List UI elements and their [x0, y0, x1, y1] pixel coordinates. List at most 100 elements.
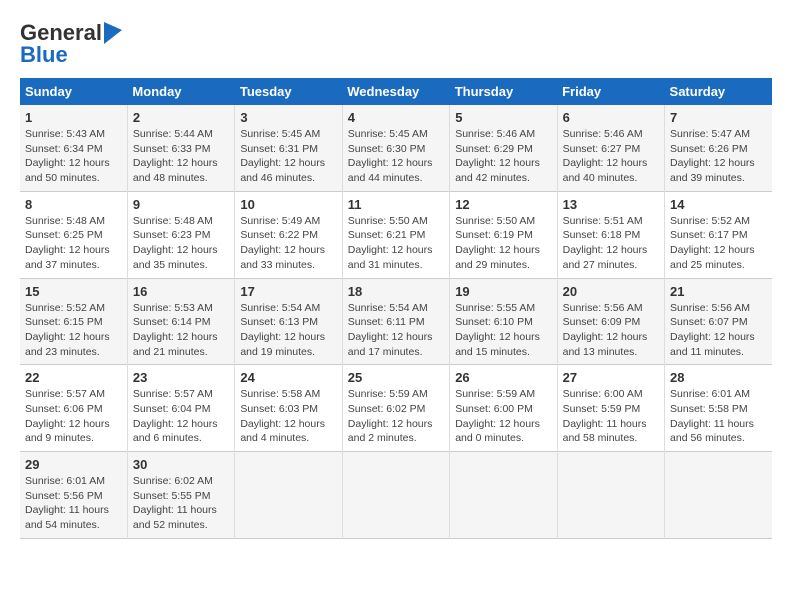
day-number: 29 [25, 457, 122, 472]
day-detail: Sunrise: 5:45 AM Sunset: 6:30 PM Dayligh… [348, 127, 444, 186]
day-detail: Sunrise: 5:52 AM Sunset: 6:15 PM Dayligh… [25, 301, 122, 360]
day-detail: Sunrise: 6:01 AM Sunset: 5:56 PM Dayligh… [25, 474, 122, 533]
day-detail: Sunrise: 5:57 AM Sunset: 6:06 PM Dayligh… [25, 387, 122, 446]
calendar-cell [235, 452, 342, 539]
day-detail: Sunrise: 6:02 AM Sunset: 5:55 PM Dayligh… [133, 474, 229, 533]
day-detail: Sunrise: 5:54 AM Sunset: 6:13 PM Dayligh… [240, 301, 336, 360]
day-number: 2 [133, 110, 229, 125]
calendar-cell: 27 Sunrise: 6:00 AM Sunset: 5:59 PM Dayl… [557, 365, 664, 452]
day-number: 16 [133, 284, 229, 299]
calendar-cell [557, 452, 664, 539]
day-number: 23 [133, 370, 229, 385]
calendar-cell: 29 Sunrise: 6:01 AM Sunset: 5:56 PM Dayl… [20, 452, 127, 539]
calendar-cell: 26 Sunrise: 5:59 AM Sunset: 6:00 PM Dayl… [450, 365, 557, 452]
calendar-week-row: 1 Sunrise: 5:43 AM Sunset: 6:34 PM Dayli… [20, 105, 772, 191]
weekday-header-saturday: Saturday [665, 78, 772, 105]
calendar-cell: 30 Sunrise: 6:02 AM Sunset: 5:55 PM Dayl… [127, 452, 234, 539]
day-number: 8 [25, 197, 122, 212]
day-number: 28 [670, 370, 767, 385]
calendar-cell: 13 Sunrise: 5:51 AM Sunset: 6:18 PM Dayl… [557, 191, 664, 278]
logo: General Blue [20, 20, 124, 68]
logo-icon [104, 22, 122, 44]
calendar-cell: 22 Sunrise: 5:57 AM Sunset: 6:06 PM Dayl… [20, 365, 127, 452]
day-detail: Sunrise: 5:52 AM Sunset: 6:17 PM Dayligh… [670, 214, 767, 273]
day-number: 13 [563, 197, 659, 212]
day-detail: Sunrise: 5:45 AM Sunset: 6:31 PM Dayligh… [240, 127, 336, 186]
calendar-cell: 15 Sunrise: 5:52 AM Sunset: 6:15 PM Dayl… [20, 278, 127, 365]
calendar-cell: 12 Sunrise: 5:50 AM Sunset: 6:19 PM Dayl… [450, 191, 557, 278]
day-number: 19 [455, 284, 551, 299]
day-number: 25 [348, 370, 444, 385]
calendar-cell: 21 Sunrise: 5:56 AM Sunset: 6:07 PM Dayl… [665, 278, 772, 365]
day-detail: Sunrise: 5:58 AM Sunset: 6:03 PM Dayligh… [240, 387, 336, 446]
day-detail: Sunrise: 5:47 AM Sunset: 6:26 PM Dayligh… [670, 127, 767, 186]
calendar-cell [342, 452, 449, 539]
calendar-week-row: 22 Sunrise: 5:57 AM Sunset: 6:06 PM Dayl… [20, 365, 772, 452]
day-number: 26 [455, 370, 551, 385]
calendar-cell: 7 Sunrise: 5:47 AM Sunset: 6:26 PM Dayli… [665, 105, 772, 191]
day-number: 1 [25, 110, 122, 125]
day-detail: Sunrise: 5:48 AM Sunset: 6:25 PM Dayligh… [25, 214, 122, 273]
day-number: 6 [563, 110, 659, 125]
day-detail: Sunrise: 5:49 AM Sunset: 6:22 PM Dayligh… [240, 214, 336, 273]
calendar-week-row: 8 Sunrise: 5:48 AM Sunset: 6:25 PM Dayli… [20, 191, 772, 278]
calendar-week-row: 29 Sunrise: 6:01 AM Sunset: 5:56 PM Dayl… [20, 452, 772, 539]
day-number: 7 [670, 110, 767, 125]
day-detail: Sunrise: 5:46 AM Sunset: 6:29 PM Dayligh… [455, 127, 551, 186]
day-detail: Sunrise: 5:56 AM Sunset: 6:09 PM Dayligh… [563, 301, 659, 360]
header: General Blue [20, 20, 772, 68]
calendar-cell: 19 Sunrise: 5:55 AM Sunset: 6:10 PM Dayl… [450, 278, 557, 365]
day-detail: Sunrise: 5:57 AM Sunset: 6:04 PM Dayligh… [133, 387, 229, 446]
day-detail: Sunrise: 5:48 AM Sunset: 6:23 PM Dayligh… [133, 214, 229, 273]
day-number: 10 [240, 197, 336, 212]
calendar-cell: 6 Sunrise: 5:46 AM Sunset: 6:27 PM Dayli… [557, 105, 664, 191]
calendar-cell: 20 Sunrise: 5:56 AM Sunset: 6:09 PM Dayl… [557, 278, 664, 365]
day-number: 30 [133, 457, 229, 472]
day-detail: Sunrise: 5:50 AM Sunset: 6:19 PM Dayligh… [455, 214, 551, 273]
day-number: 24 [240, 370, 336, 385]
calendar-table: SundayMondayTuesdayWednesdayThursdayFrid… [20, 78, 772, 539]
calendar-cell: 23 Sunrise: 5:57 AM Sunset: 6:04 PM Dayl… [127, 365, 234, 452]
calendar-cell: 10 Sunrise: 5:49 AM Sunset: 6:22 PM Dayl… [235, 191, 342, 278]
calendar-cell: 3 Sunrise: 5:45 AM Sunset: 6:31 PM Dayli… [235, 105, 342, 191]
calendar-cell: 2 Sunrise: 5:44 AM Sunset: 6:33 PM Dayli… [127, 105, 234, 191]
day-number: 4 [348, 110, 444, 125]
weekday-header-tuesday: Tuesday [235, 78, 342, 105]
day-number: 9 [133, 197, 229, 212]
calendar-cell: 24 Sunrise: 5:58 AM Sunset: 6:03 PM Dayl… [235, 365, 342, 452]
calendar-cell: 17 Sunrise: 5:54 AM Sunset: 6:13 PM Dayl… [235, 278, 342, 365]
day-number: 21 [670, 284, 767, 299]
day-detail: Sunrise: 5:59 AM Sunset: 6:00 PM Dayligh… [455, 387, 551, 446]
weekday-header-friday: Friday [557, 78, 664, 105]
calendar-cell [450, 452, 557, 539]
calendar-cell: 18 Sunrise: 5:54 AM Sunset: 6:11 PM Dayl… [342, 278, 449, 365]
calendar-cell: 5 Sunrise: 5:46 AM Sunset: 6:29 PM Dayli… [450, 105, 557, 191]
calendar-cell: 8 Sunrise: 5:48 AM Sunset: 6:25 PM Dayli… [20, 191, 127, 278]
calendar-cell: 16 Sunrise: 5:53 AM Sunset: 6:14 PM Dayl… [127, 278, 234, 365]
day-detail: Sunrise: 6:00 AM Sunset: 5:59 PM Dayligh… [563, 387, 659, 446]
weekday-header-wednesday: Wednesday [342, 78, 449, 105]
weekday-header-thursday: Thursday [450, 78, 557, 105]
day-number: 18 [348, 284, 444, 299]
day-detail: Sunrise: 5:54 AM Sunset: 6:11 PM Dayligh… [348, 301, 444, 360]
day-detail: Sunrise: 5:43 AM Sunset: 6:34 PM Dayligh… [25, 127, 122, 186]
day-number: 14 [670, 197, 767, 212]
day-number: 11 [348, 197, 444, 212]
day-detail: Sunrise: 5:53 AM Sunset: 6:14 PM Dayligh… [133, 301, 229, 360]
day-detail: Sunrise: 5:44 AM Sunset: 6:33 PM Dayligh… [133, 127, 229, 186]
day-number: 15 [25, 284, 122, 299]
day-number: 27 [563, 370, 659, 385]
calendar-cell: 1 Sunrise: 5:43 AM Sunset: 6:34 PM Dayli… [20, 105, 127, 191]
day-detail: Sunrise: 5:56 AM Sunset: 6:07 PM Dayligh… [670, 301, 767, 360]
day-number: 20 [563, 284, 659, 299]
weekday-header-monday: Monday [127, 78, 234, 105]
calendar-cell [665, 452, 772, 539]
day-number: 17 [240, 284, 336, 299]
day-detail: Sunrise: 5:55 AM Sunset: 6:10 PM Dayligh… [455, 301, 551, 360]
day-number: 3 [240, 110, 336, 125]
calendar-cell: 9 Sunrise: 5:48 AM Sunset: 6:23 PM Dayli… [127, 191, 234, 278]
calendar-cell: 14 Sunrise: 5:52 AM Sunset: 6:17 PM Dayl… [665, 191, 772, 278]
day-detail: Sunrise: 5:51 AM Sunset: 6:18 PM Dayligh… [563, 214, 659, 273]
calendar-week-row: 15 Sunrise: 5:52 AM Sunset: 6:15 PM Dayl… [20, 278, 772, 365]
day-number: 12 [455, 197, 551, 212]
